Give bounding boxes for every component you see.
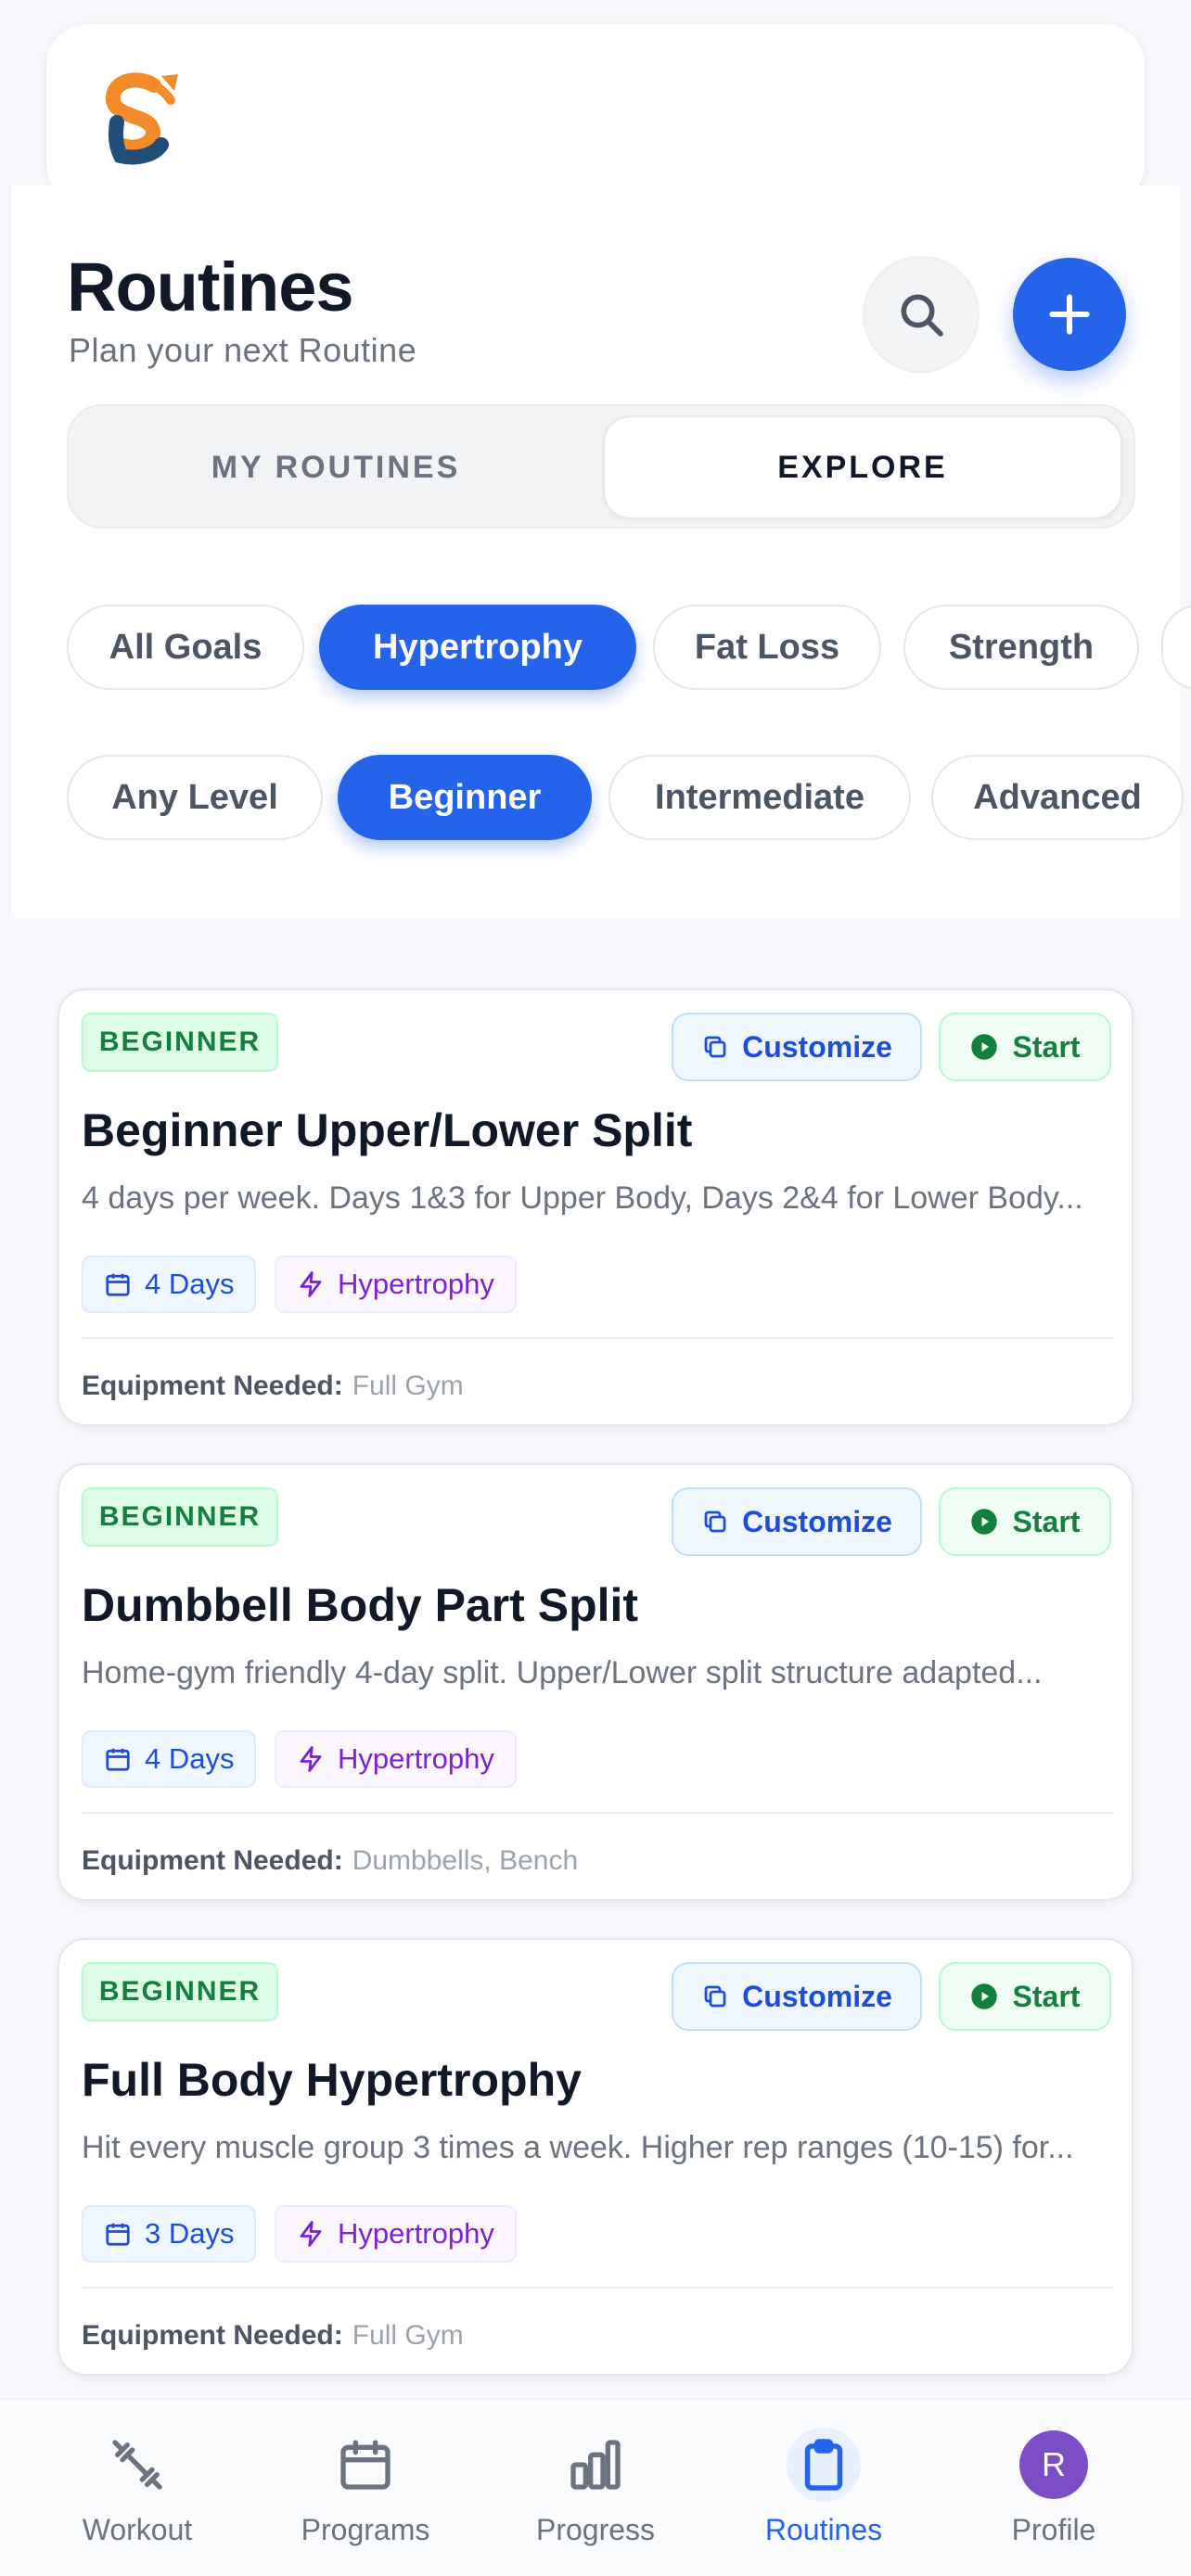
routine-card[interactable]: BEGINNER Customize Start Dumbbell Body P… bbox=[58, 1463, 1133, 1901]
level-filter-intermediate[interactable]: Intermediate bbox=[608, 755, 911, 840]
goal-filter-all-goals[interactable]: All Goals bbox=[67, 605, 304, 690]
customize-button[interactable]: Customize bbox=[672, 1013, 922, 1081]
days-label: 3 Days bbox=[145, 2217, 235, 2250]
equipment-value: Full Gym bbox=[352, 1371, 464, 1401]
level-filter-beginner[interactable]: Beginner bbox=[338, 755, 592, 840]
calendar-icon bbox=[106, 1273, 130, 1296]
routine-description: Hit every muscle group 3 times a week. H… bbox=[82, 2130, 1074, 2165]
goal-filter-fat-loss[interactable]: Fat Loss bbox=[653, 605, 881, 690]
start-label: Start bbox=[1012, 1029, 1081, 1064]
routine-title: Dumbbell Body Part Split bbox=[82, 1579, 639, 1631]
tab-profile[interactable]: R Profile bbox=[961, 2428, 1146, 2547]
calendar-icon bbox=[328, 2428, 403, 2502]
avatar: R bbox=[1019, 2430, 1088, 2499]
page-subtitle: Plan your next Routine bbox=[69, 331, 417, 369]
add-routine-button[interactable] bbox=[1013, 258, 1126, 371]
customize-label: Customize bbox=[742, 1029, 892, 1064]
goal-label: Hypertrophy bbox=[338, 2217, 494, 2250]
play-circle-icon bbox=[970, 1983, 997, 2009]
routine-card[interactable]: BEGINNER Customize Start Beginner Upper/… bbox=[58, 988, 1133, 1426]
routine-title: Beginner Upper/Lower Split bbox=[82, 1104, 693, 1156]
start-button[interactable]: Start bbox=[939, 1013, 1111, 1081]
equipment-value: Dumbbells, Bench bbox=[352, 1845, 579, 1876]
clipboard-icon bbox=[787, 2428, 861, 2502]
bottom-tab-bar: Workout Programs Progress Routines R Pro… bbox=[0, 2398, 1191, 2576]
card-divider bbox=[82, 2287, 1113, 2289]
goal-tag: Hypertrophy bbox=[275, 1256, 517, 1313]
lightning-icon bbox=[300, 1746, 322, 1772]
goal-tag: Hypertrophy bbox=[275, 2205, 517, 2263]
equipment-info: Equipment Needed: Full Gym bbox=[82, 1371, 464, 1402]
goal-filter-more[interactable] bbox=[1161, 605, 1191, 690]
copy-icon bbox=[704, 1985, 726, 2008]
customize-button[interactable]: Customize bbox=[672, 1487, 922, 1556]
plus-icon bbox=[1049, 294, 1090, 335]
level-badge: BEGINNER bbox=[82, 1962, 278, 2021]
copy-icon bbox=[704, 1036, 726, 1058]
tab-progress[interactable]: Progress bbox=[503, 2428, 688, 2547]
days-tag: 4 Days bbox=[82, 1256, 257, 1313]
days-label: 4 Days bbox=[145, 1268, 235, 1300]
goal-filter-hypertrophy[interactable]: Hypertrophy bbox=[319, 605, 636, 690]
equipment-info: Equipment Needed: Full Gym bbox=[82, 2320, 464, 2352]
routine-card[interactable]: BEGINNER Customize Start Full Body Hyper… bbox=[58, 1938, 1133, 2376]
tab-label: Routines bbox=[764, 2513, 883, 2546]
tab-label: Progress bbox=[535, 2513, 656, 2546]
lightning-icon bbox=[300, 1271, 322, 1297]
routine-description: 4 days per week. Days 1&3 for Upper Body… bbox=[82, 1180, 1083, 1216]
days-label: 4 Days bbox=[145, 1742, 235, 1775]
start-label: Start bbox=[1012, 1979, 1081, 2013]
equipment-label: Equipment Needed: bbox=[82, 1371, 343, 1401]
bar-chart-icon bbox=[558, 2428, 633, 2502]
tab-workout[interactable]: Workout bbox=[45, 2428, 230, 2547]
app-header-card bbox=[46, 24, 1145, 205]
tab-label: Programs bbox=[301, 2513, 430, 2546]
equipment-label: Equipment Needed: bbox=[82, 2320, 343, 2351]
routine-description: Home-gym friendly 4-day split. Upper/Low… bbox=[82, 1655, 1043, 1690]
start-button[interactable]: Start bbox=[939, 1487, 1111, 1556]
tab-programs[interactable]: Programs bbox=[273, 2428, 458, 2547]
tab-label: Profile bbox=[1011, 2513, 1096, 2546]
calendar-icon bbox=[106, 2223, 130, 2246]
equipment-label: Equipment Needed: bbox=[82, 1845, 343, 1876]
goal-filter-strength[interactable]: Strength bbox=[903, 605, 1139, 690]
card-divider bbox=[82, 1337, 1113, 1339]
days-tag: 4 Days bbox=[82, 1730, 257, 1788]
segment-my-routines[interactable]: MY ROUTINES bbox=[78, 415, 594, 519]
tab-routines[interactable]: Routines bbox=[731, 2428, 916, 2547]
goal-tag: Hypertrophy bbox=[275, 1730, 517, 1788]
level-filter-any-level[interactable]: Any Level bbox=[67, 755, 323, 840]
start-button[interactable]: Start bbox=[939, 1962, 1111, 2031]
lightning-icon bbox=[300, 2221, 322, 2247]
dumbbell-icon bbox=[100, 2428, 174, 2502]
calendar-icon bbox=[106, 1748, 130, 1771]
goal-label: Hypertrophy bbox=[338, 1268, 494, 1300]
play-circle-icon bbox=[970, 1034, 997, 1060]
goal-label: Hypertrophy bbox=[338, 1742, 494, 1775]
days-tag: 3 Days bbox=[82, 2205, 257, 2263]
customize-label: Customize bbox=[742, 1504, 892, 1538]
customize-label: Customize bbox=[742, 1979, 892, 2013]
start-label: Start bbox=[1012, 1504, 1081, 1538]
card-divider bbox=[82, 1812, 1113, 1814]
level-badge: BEGINNER bbox=[82, 1487, 278, 1547]
segment-explore[interactable]: EXPLORE bbox=[603, 415, 1122, 519]
routine-title: Full Body Hypertrophy bbox=[82, 2054, 582, 2106]
page-title: Routines bbox=[67, 249, 354, 325]
search-button[interactable] bbox=[863, 256, 980, 373]
level-badge: BEGINNER bbox=[82, 1013, 278, 1072]
copy-icon bbox=[704, 1511, 726, 1533]
search-icon bbox=[901, 294, 943, 337]
header-section: Routines Plan your next Routine MY ROUTI… bbox=[11, 185, 1191, 918]
app-logo[interactable] bbox=[98, 67, 187, 169]
tab-label: Workout bbox=[82, 2513, 193, 2546]
level-filter-advanced[interactable]: Advanced bbox=[931, 755, 1184, 840]
play-circle-icon bbox=[970, 1509, 997, 1535]
equipment-info: Equipment Needed: Dumbbells, Bench bbox=[82, 1845, 578, 1877]
routines-segmented-control: MY ROUTINES EXPLORE bbox=[67, 404, 1135, 529]
equipment-value: Full Gym bbox=[352, 2320, 464, 2351]
customize-button[interactable]: Customize bbox=[672, 1962, 922, 2031]
